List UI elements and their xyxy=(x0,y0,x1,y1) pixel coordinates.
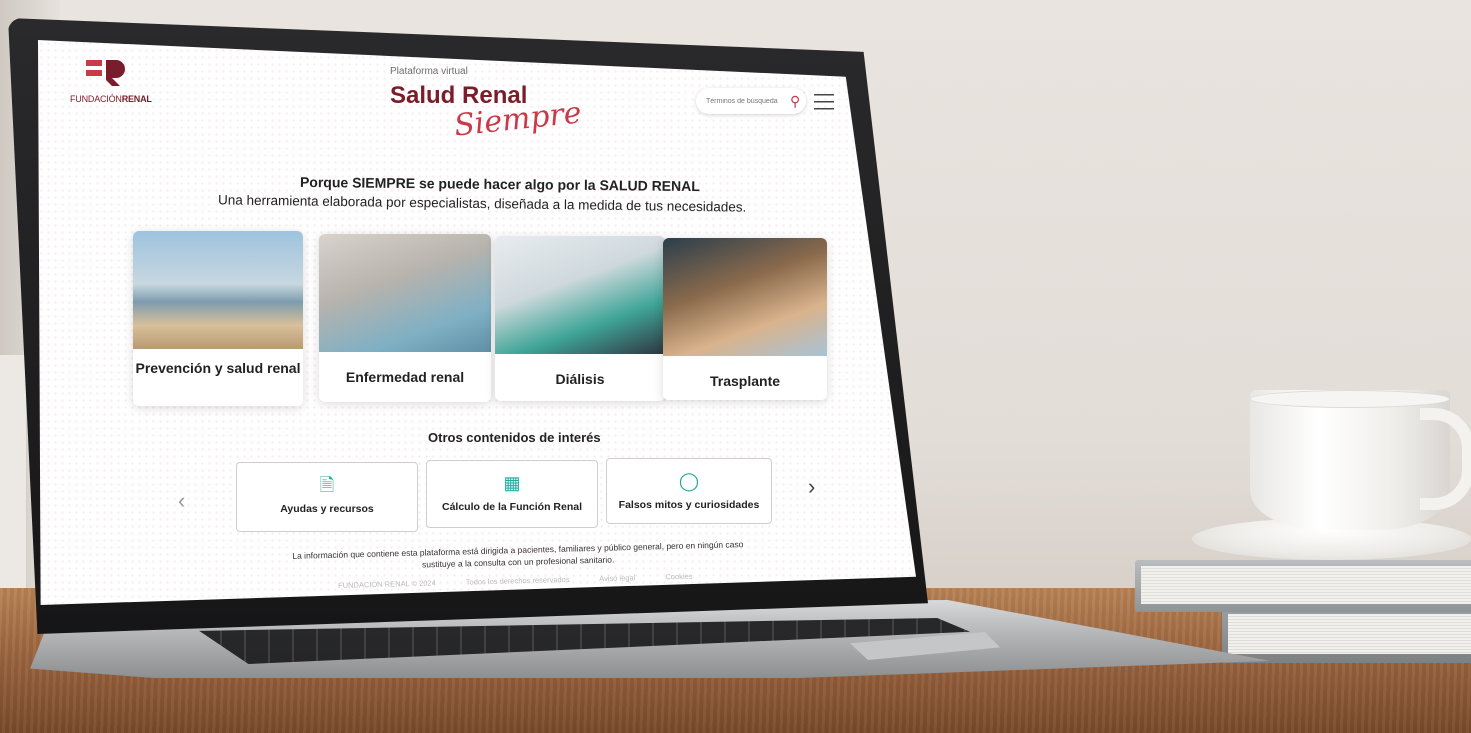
laptop-screen: FUNDACIÓNRENAL Plataforma virtual Salud … xyxy=(38,40,916,605)
footer-cookies-link[interactable]: Cookies xyxy=(665,572,692,582)
search-box[interactable]: ⚲ xyxy=(696,88,806,114)
ayudas-recursos-button[interactable]: 🗎 Ayudas y recursos xyxy=(236,462,418,532)
card-label: Diálisis xyxy=(555,371,605,387)
intro-headline: Porque SIEMPRE se puede hacer algo por l… xyxy=(299,173,700,195)
footer-copyright: FUNDACIÓN RENAL © 2024 xyxy=(337,578,436,591)
card-prevencion[interactable]: Prevención y salud renal xyxy=(133,231,303,406)
chevron-left-icon[interactable]: ‹ xyxy=(178,488,185,514)
card-enfermedad-renal[interactable]: Enfermedad renal xyxy=(319,234,491,402)
footer-rights: Todos los derechos reservados xyxy=(465,574,570,587)
chat-bubble-icon: ◯ xyxy=(678,471,700,491)
calculator-icon: ▦ xyxy=(503,473,521,493)
intro-subline: Una herramienta elaborada por especialis… xyxy=(217,192,747,215)
disclaimer-text: La información que contiene esta platafo… xyxy=(292,539,744,570)
calculo-funcion-renal-button[interactable]: ▦ Cálculo de la Función Renal xyxy=(426,460,598,528)
card-photo xyxy=(319,234,491,352)
card-dialisis[interactable]: Diálisis xyxy=(495,236,665,401)
hamburger-menu-icon[interactable] xyxy=(814,94,834,110)
book-top xyxy=(1135,560,1471,612)
shelf-stand xyxy=(0,355,27,615)
card-trasplante[interactable]: Trasplante xyxy=(663,238,827,400)
falsos-mitos-label: Falsos mitos y curiosidades xyxy=(618,499,760,511)
chevron-right-icon[interactable]: › xyxy=(808,474,815,500)
falsos-mitos-button[interactable]: ◯ Falsos mitos y curiosidades xyxy=(606,458,772,524)
calculo-funcion-renal-label: Cálculo de la Función Renal xyxy=(441,501,583,513)
card-label: Prevención y salud renal xyxy=(135,360,301,376)
search-input[interactable] xyxy=(704,96,788,106)
card-label: Enfermedad renal xyxy=(345,369,465,385)
document-icon: 🗎 xyxy=(319,475,335,495)
cup-handle xyxy=(1420,408,1471,510)
logo-text: FUNDACIÓNRENAL xyxy=(70,94,152,104)
footer-legal-link[interactable]: Aviso legal xyxy=(599,573,635,583)
card-photo xyxy=(133,231,303,349)
fundacion-renal-logo-icon[interactable] xyxy=(86,58,126,88)
card-photo xyxy=(495,236,665,354)
book-bottom xyxy=(1222,608,1471,663)
card-label: Trasplante xyxy=(709,373,781,389)
other-content-title: Otros contenidos de interés xyxy=(428,430,601,445)
search-icon[interactable]: ⚲ xyxy=(790,93,800,110)
brand-subtitle: Plataforma virtual xyxy=(390,66,468,77)
ayudas-recursos-label: Ayudas y recursos xyxy=(280,503,374,515)
card-photo xyxy=(663,238,827,356)
